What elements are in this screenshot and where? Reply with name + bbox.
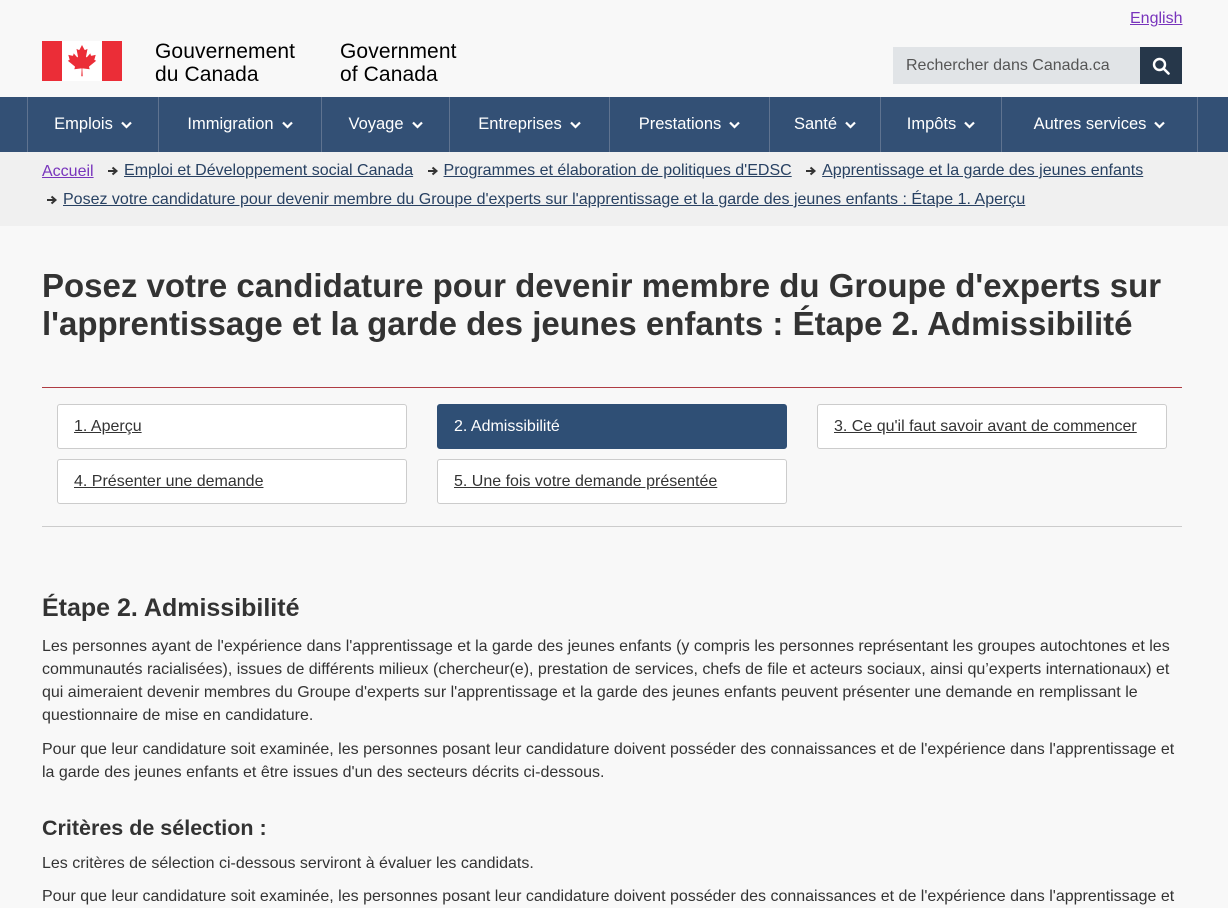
menu-item-sante[interactable]: Santé [770,97,881,152]
menu-item-label: Emplois [54,115,113,133]
criteria-heading: Critères de sélection : [42,816,267,840]
arrow-right-icon [427,166,438,176]
breadcrumb-link-accueil[interactable]: Accueil [42,163,94,181]
chevron-down-icon [845,121,856,129]
section-heading: Étape 2. Admissibilité [42,594,300,622]
search-input[interactable] [893,47,1140,84]
canada-flag-icon [42,41,122,81]
menu-item-immigration[interactable]: Immigration [159,97,322,152]
chevron-down-icon [729,121,741,129]
menu-item-label: Autres services [1033,115,1147,133]
menu-item-label: Voyage [348,115,404,133]
language-toggle-link[interactable]: English [1130,10,1182,28]
signature-english: Government of Canada [340,40,457,86]
arrow-right-icon [108,166,119,176]
page-title: Posez votre candidature pour devenir mem… [42,267,1162,342]
breadcrumb-link-apprentissage[interactable]: Apprentissage et la garde des jeunes enf… [822,162,1143,180]
menu-item-label: Entreprises [478,115,562,133]
signature-french: Gouvernement du Canada [155,40,296,86]
menu-item-autres-services[interactable]: Autres services [1002,97,1198,152]
menu-item-impots[interactable]: Impôts [881,97,1002,152]
arrow-right-icon [806,166,817,176]
menu-item-voyage[interactable]: Voyage [322,97,450,152]
chevron-down-icon [411,121,423,129]
breadcrumb-link-edsc[interactable]: Emploi et Développement social Canada [124,162,413,180]
menu-item-label: Prestations [638,115,722,133]
step-link-presenter-demande[interactable]: 4. Présenter une demande [57,459,407,504]
chevron-down-icon [281,121,293,129]
menu-item-label: Santé [793,115,838,133]
step-link-apres-demande[interactable]: 5. Une fois votre demande présentée [437,459,787,504]
arrow-right-icon [47,195,58,205]
search-button[interactable] [1140,47,1182,84]
step-link-admissibilite-active[interactable]: 2. Admissibilité [437,404,787,449]
menu-item-label: Impôts [906,115,957,133]
chevron-down-icon [1154,121,1166,129]
menu-item-label: Immigration [187,115,274,133]
paragraph-eligibility: Les personnes ayant de l'expérience dans… [42,638,1170,724]
menu-item-entreprises[interactable]: Entreprises [450,97,610,152]
chevron-down-icon [569,121,581,129]
breadcrumb: Accueil Emploi et Développement social C… [0,152,1228,226]
government-signature[interactable]: Gouvernement du Canada Government of Can… [42,40,456,86]
menu-item-prestations[interactable]: Prestations [610,97,770,152]
paragraph-requirements: Pour que leur candidature soit examinée,… [42,741,1175,781]
menu-item-emplois[interactable]: Emplois [28,97,159,152]
title-divider [42,387,1182,388]
step-link-avant-de-commencer[interactable]: 3. Ce qu'il faut savoir avant de commenc… [817,404,1167,449]
step-link-apercu[interactable]: 1. Aperçu [57,404,407,449]
main-menu: Emplois Immigration Voyage Entreprises P… [0,97,1228,152]
chevron-down-icon [121,121,132,129]
paragraph-criteria-intro: Les critères de sélection ci-dessous ser… [42,855,534,872]
search-form [893,47,1182,84]
steps-divider [42,526,1182,527]
search-icon [1152,57,1170,75]
chevron-down-icon [964,121,976,129]
breadcrumb-link-etape-1[interactable]: Posez votre candidature pour devenir mem… [63,191,1025,209]
breadcrumb-link-programmes[interactable]: Programmes et élaboration de politiques … [444,162,792,180]
